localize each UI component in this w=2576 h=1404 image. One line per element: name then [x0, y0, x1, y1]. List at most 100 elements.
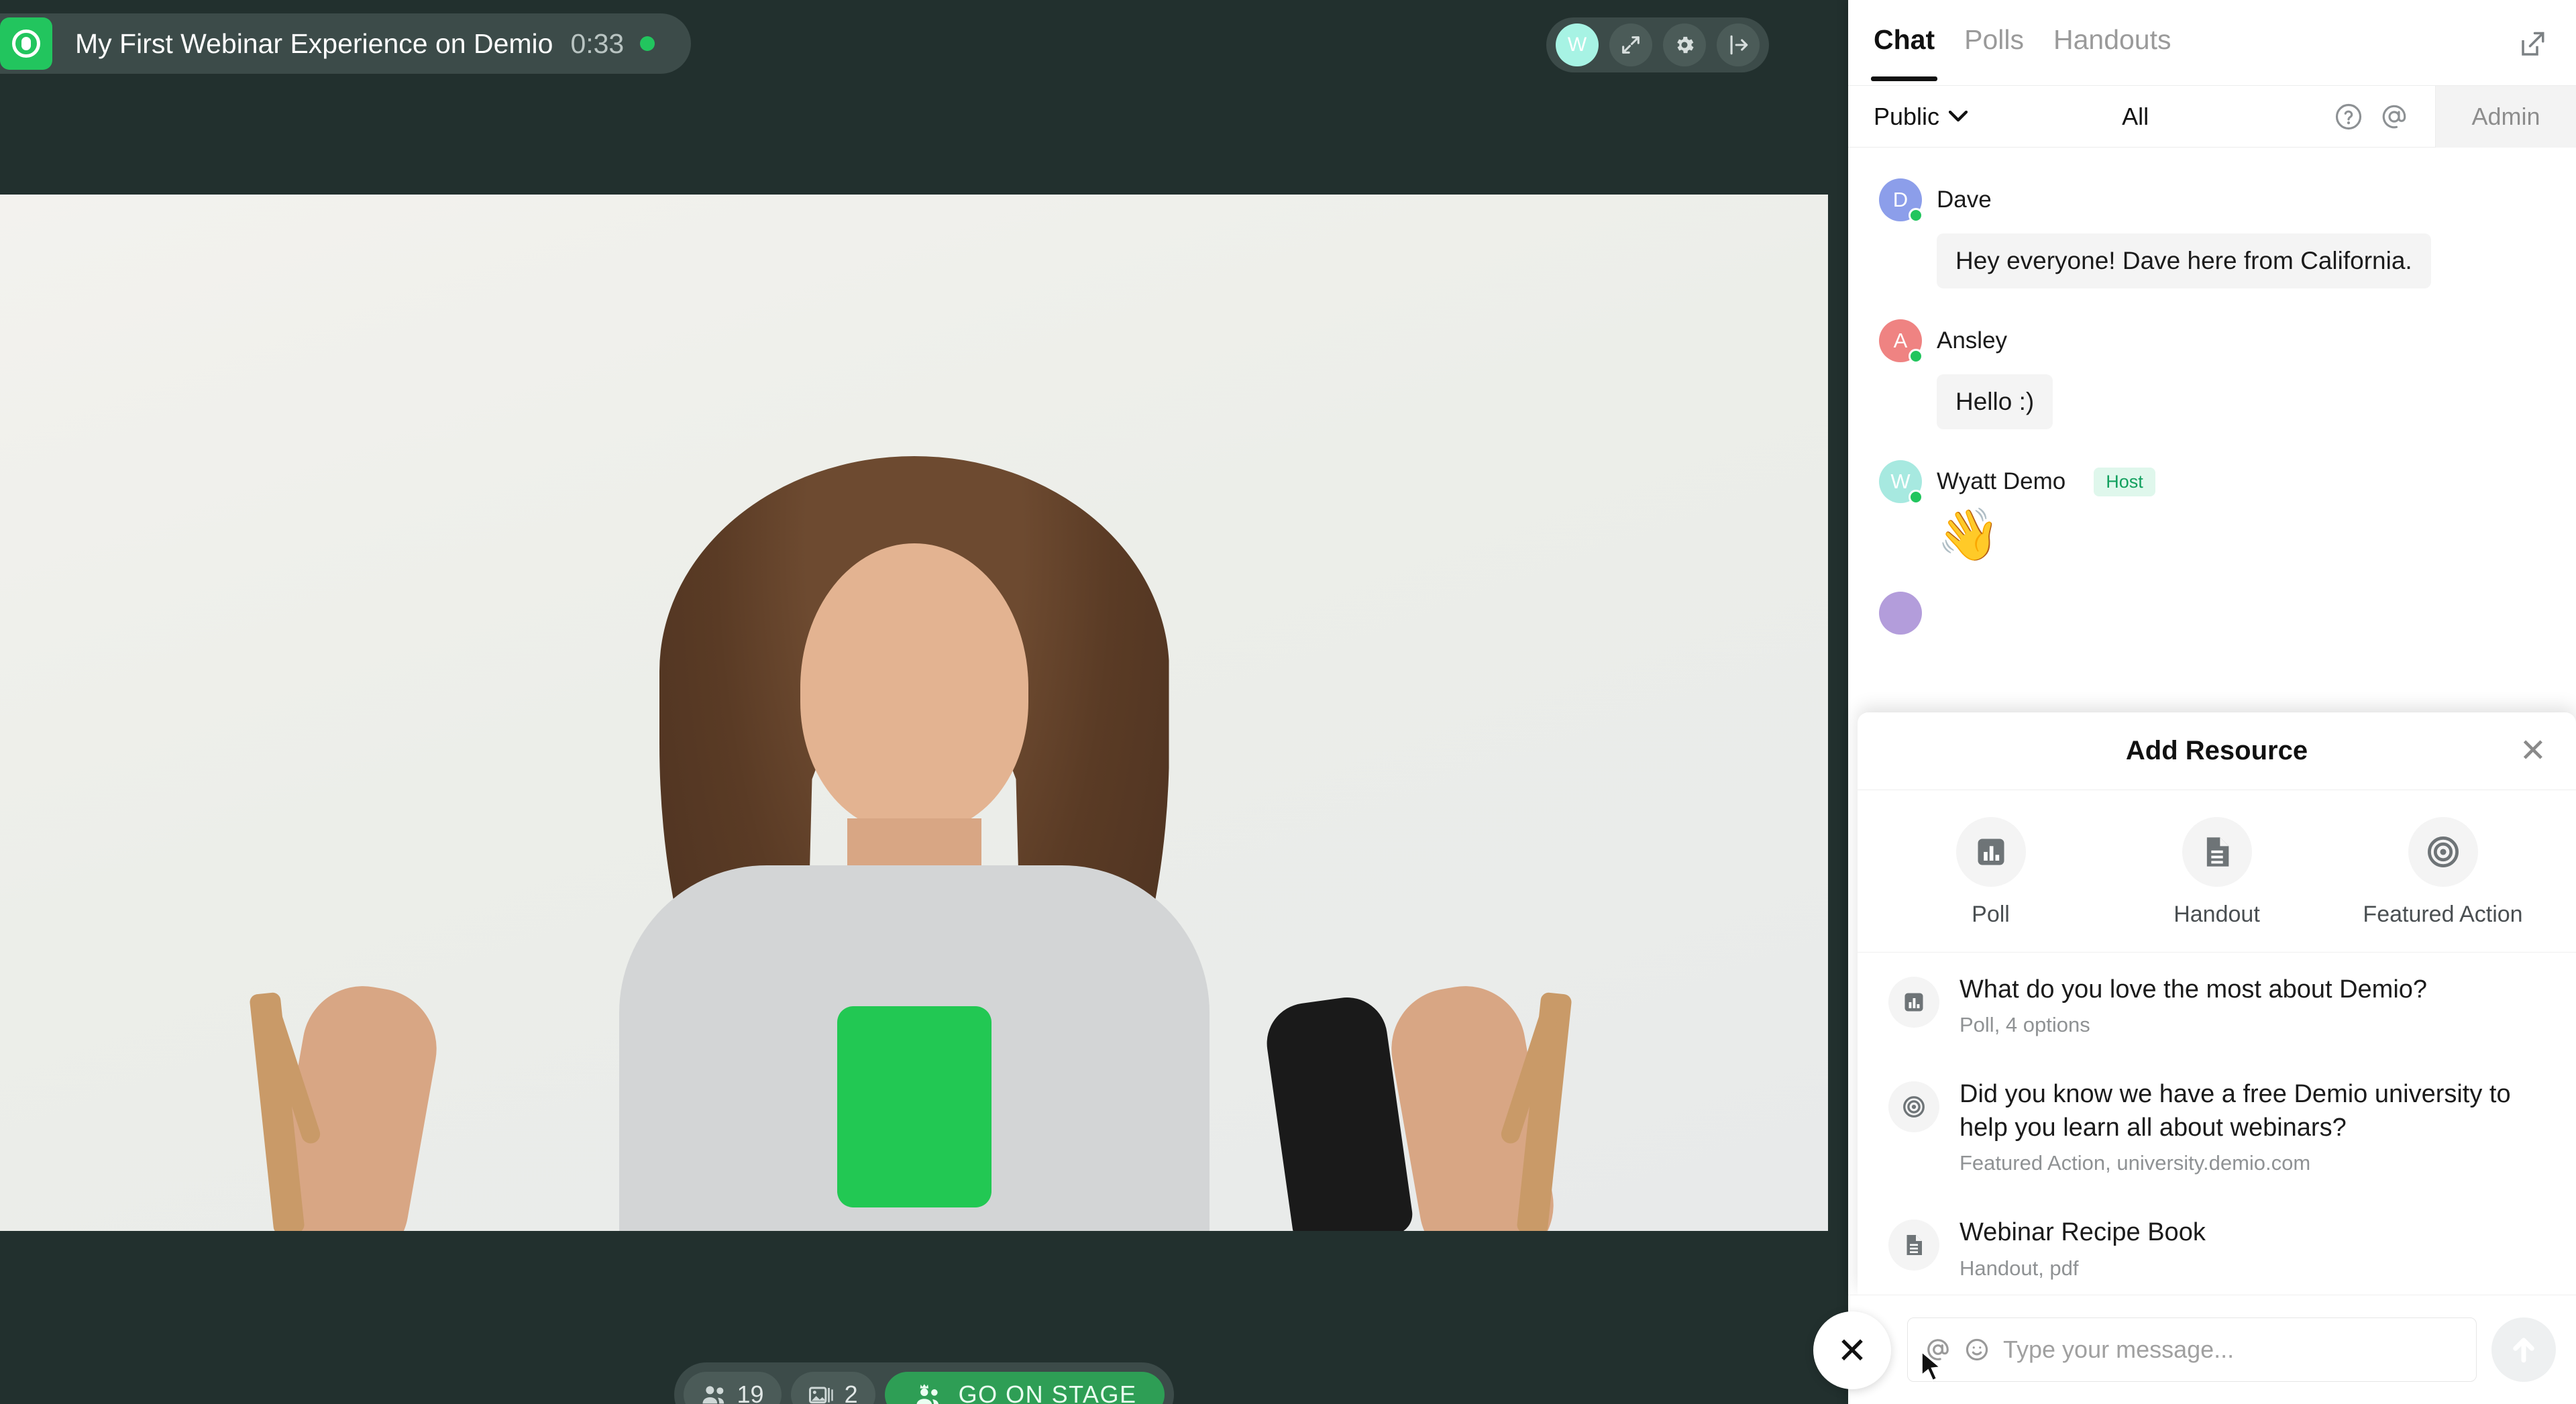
webinar-title-bar: My First Webinar Experience on Demio 0:3…: [0, 13, 692, 74]
online-status-dot: [1909, 208, 1923, 223]
resource-type-handout[interactable]: Handout: [2137, 817, 2298, 928]
expand-button[interactable]: [1609, 23, 1652, 66]
chat-message: A Ansley Hello :): [1848, 319, 2576, 429]
presenter-arm-cast: [1261, 992, 1415, 1231]
online-status-dot: [1909, 349, 1923, 364]
chat-panel: Chat Polls Handouts Public All Admin D D…: [1813, 0, 2576, 1404]
tab-chat[interactable]: Chat: [1870, 24, 1938, 81]
attendees-count: 19: [737, 1381, 764, 1404]
smiley-icon[interactable]: [1964, 1337, 1990, 1362]
resource-list-item[interactable]: Webinar Recipe Book Handout, pdf: [1858, 1195, 2576, 1295]
message-author: Dave: [1937, 186, 1992, 213]
video-stage[interactable]: [0, 195, 1828, 1231]
message-author: Wyatt Demo: [1937, 468, 2066, 494]
resource-list-item[interactable]: Did you know we have a free Demio univer…: [1858, 1057, 2576, 1195]
host-badge: Host: [2094, 467, 2155, 496]
close-icon[interactable]: ✕: [2520, 735, 2546, 767]
avatar-initial: A: [1893, 329, 1908, 352]
webinar-timer: 0:33: [570, 28, 625, 59]
chat-message: W Wyatt Demo Host 👋: [1848, 460, 2576, 561]
message-bubble: Hey everyone! Dave here from California.: [1937, 233, 2431, 288]
resource-type-poll[interactable]: Poll: [1911, 817, 2072, 928]
question-circle-icon[interactable]: [2334, 103, 2363, 131]
go-on-stage-button[interactable]: GO ON STAGE: [884, 1372, 1165, 1404]
stage-area: My First Webinar Experience on Demio 0:3…: [0, 0, 1848, 1404]
external-link-icon: [2522, 32, 2544, 56]
exit-arrow-icon: [1730, 35, 1748, 55]
resource-type-featured-action[interactable]: Featured Action: [2363, 817, 2524, 928]
close-panel-button[interactable]: ✕: [1813, 1311, 1891, 1389]
popout-button[interactable]: [2518, 31, 2546, 62]
presenter-video: [0, 195, 1828, 1231]
bar-chart-icon: [1978, 839, 2004, 865]
resource-subtitle: Featured Action, university.demio.com: [1960, 1151, 2311, 1175]
visibility-value: Public: [1874, 102, 1940, 130]
message-bubble: Hello :): [1937, 374, 2053, 429]
resource-type-label: Featured Action: [2363, 902, 2523, 927]
message-input[interactable]: Type your message...: [1907, 1317, 2477, 1382]
resource-list: What do you love the most about Demio? P…: [1858, 952, 2576, 1295]
bar-chart-icon: [1904, 993, 1923, 1012]
leave-button[interactable]: [1717, 23, 1760, 66]
target-icon: [1903, 1096, 1925, 1118]
send-button[interactable]: [2491, 1317, 2556, 1382]
message-author: Ansley: [1937, 327, 2008, 354]
add-resource-panel: Add Resource ✕ Poll Handout Featured Act…: [1858, 712, 2576, 1295]
settings-button[interactable]: [1663, 23, 1706, 66]
target-icon: [2427, 836, 2459, 867]
visibility-dropdown[interactable]: Public: [1874, 103, 1968, 131]
media-count-button[interactable]: 2: [790, 1372, 875, 1404]
chat-filter-bar: Public All Admin: [1848, 85, 2576, 148]
top-right-controls: W: [1546, 17, 1769, 72]
resource-type-buttons: Poll Handout Featured Action: [1858, 790, 2576, 952]
avatar-initial: W: [1567, 34, 1587, 56]
expand-arrows-icon: [1622, 36, 1640, 54]
document-icon: [2206, 837, 2229, 867]
resource-title: Did you know we have a free Demio univer…: [1960, 1080, 2511, 1142]
avatar: [1879, 592, 1922, 635]
people-icon: [702, 1386, 724, 1404]
chevron-down-icon: [1949, 110, 1968, 121]
go-on-stage-label: GO ON STAGE: [958, 1381, 1137, 1404]
mouse-cursor: [1921, 1350, 1943, 1382]
chat-tab-bar: Chat Polls Handouts: [1848, 0, 2576, 86]
resource-type-label: Poll: [1972, 902, 2010, 927]
message-emoji: 👋: [1937, 506, 2000, 563]
user-avatar[interactable]: W: [1556, 23, 1599, 66]
tab-handouts[interactable]: Handouts: [2053, 24, 2171, 61]
live-dot-icon: [640, 36, 655, 51]
media-count: 2: [844, 1381, 858, 1404]
admin-tab[interactable]: Admin: [2435, 85, 2576, 148]
message-placeholder: Type your message...: [2003, 1336, 2235, 1363]
media-icon: [808, 1387, 833, 1404]
demio-logo-icon: [0, 17, 52, 70]
resource-subtitle: Handout, pdf: [1960, 1256, 2079, 1280]
stage-controls-pill: 19 2 GO ON STAGE: [674, 1362, 1175, 1404]
presenter-group-icon: [916, 1384, 938, 1404]
resource-title: Webinar Recipe Book: [1960, 1218, 2206, 1247]
tab-polls[interactable]: Polls: [1964, 24, 2024, 61]
chat-composer: ✕ Type your message...: [1813, 1295, 2576, 1404]
chat-message-partial: [1848, 592, 2576, 635]
add-resource-title: Add Resource: [2125, 736, 2308, 765]
chat-message: D Dave Hey everyone! Dave here from Cali…: [1848, 178, 2576, 288]
shirt-graphic: [837, 1006, 991, 1207]
resource-title: What do you love the most about Demio?: [1960, 975, 2428, 1004]
presenter-head: [800, 543, 1028, 832]
arrow-up-icon: [2513, 1338, 2534, 1363]
avatar-initial: W: [1890, 470, 1911, 493]
online-status-dot: [1909, 490, 1923, 504]
add-resource-header: Add Resource ✕: [1858, 712, 2576, 790]
webinar-app: My First Webinar Experience on Demio 0:3…: [0, 0, 2576, 1404]
attendees-count-button[interactable]: 19: [683, 1372, 782, 1404]
document-icon: [1907, 1235, 1922, 1256]
resource-subtitle: Poll, 4 options: [1960, 1013, 2090, 1037]
stage-bottom-bar: 19 2 GO ON STAGE: [0, 1231, 1848, 1404]
gear-icon: [1677, 36, 1694, 54]
resource-type-label: Handout: [2174, 902, 2260, 927]
scope-filter[interactable]: All: [2122, 103, 2149, 131]
avatar-initial: D: [1892, 188, 1909, 211]
at-icon[interactable]: [2380, 103, 2408, 131]
resource-list-item[interactable]: What do you love the most about Demio? P…: [1858, 953, 2576, 1057]
webinar-title: My First Webinar Experience on Demio: [75, 28, 553, 59]
